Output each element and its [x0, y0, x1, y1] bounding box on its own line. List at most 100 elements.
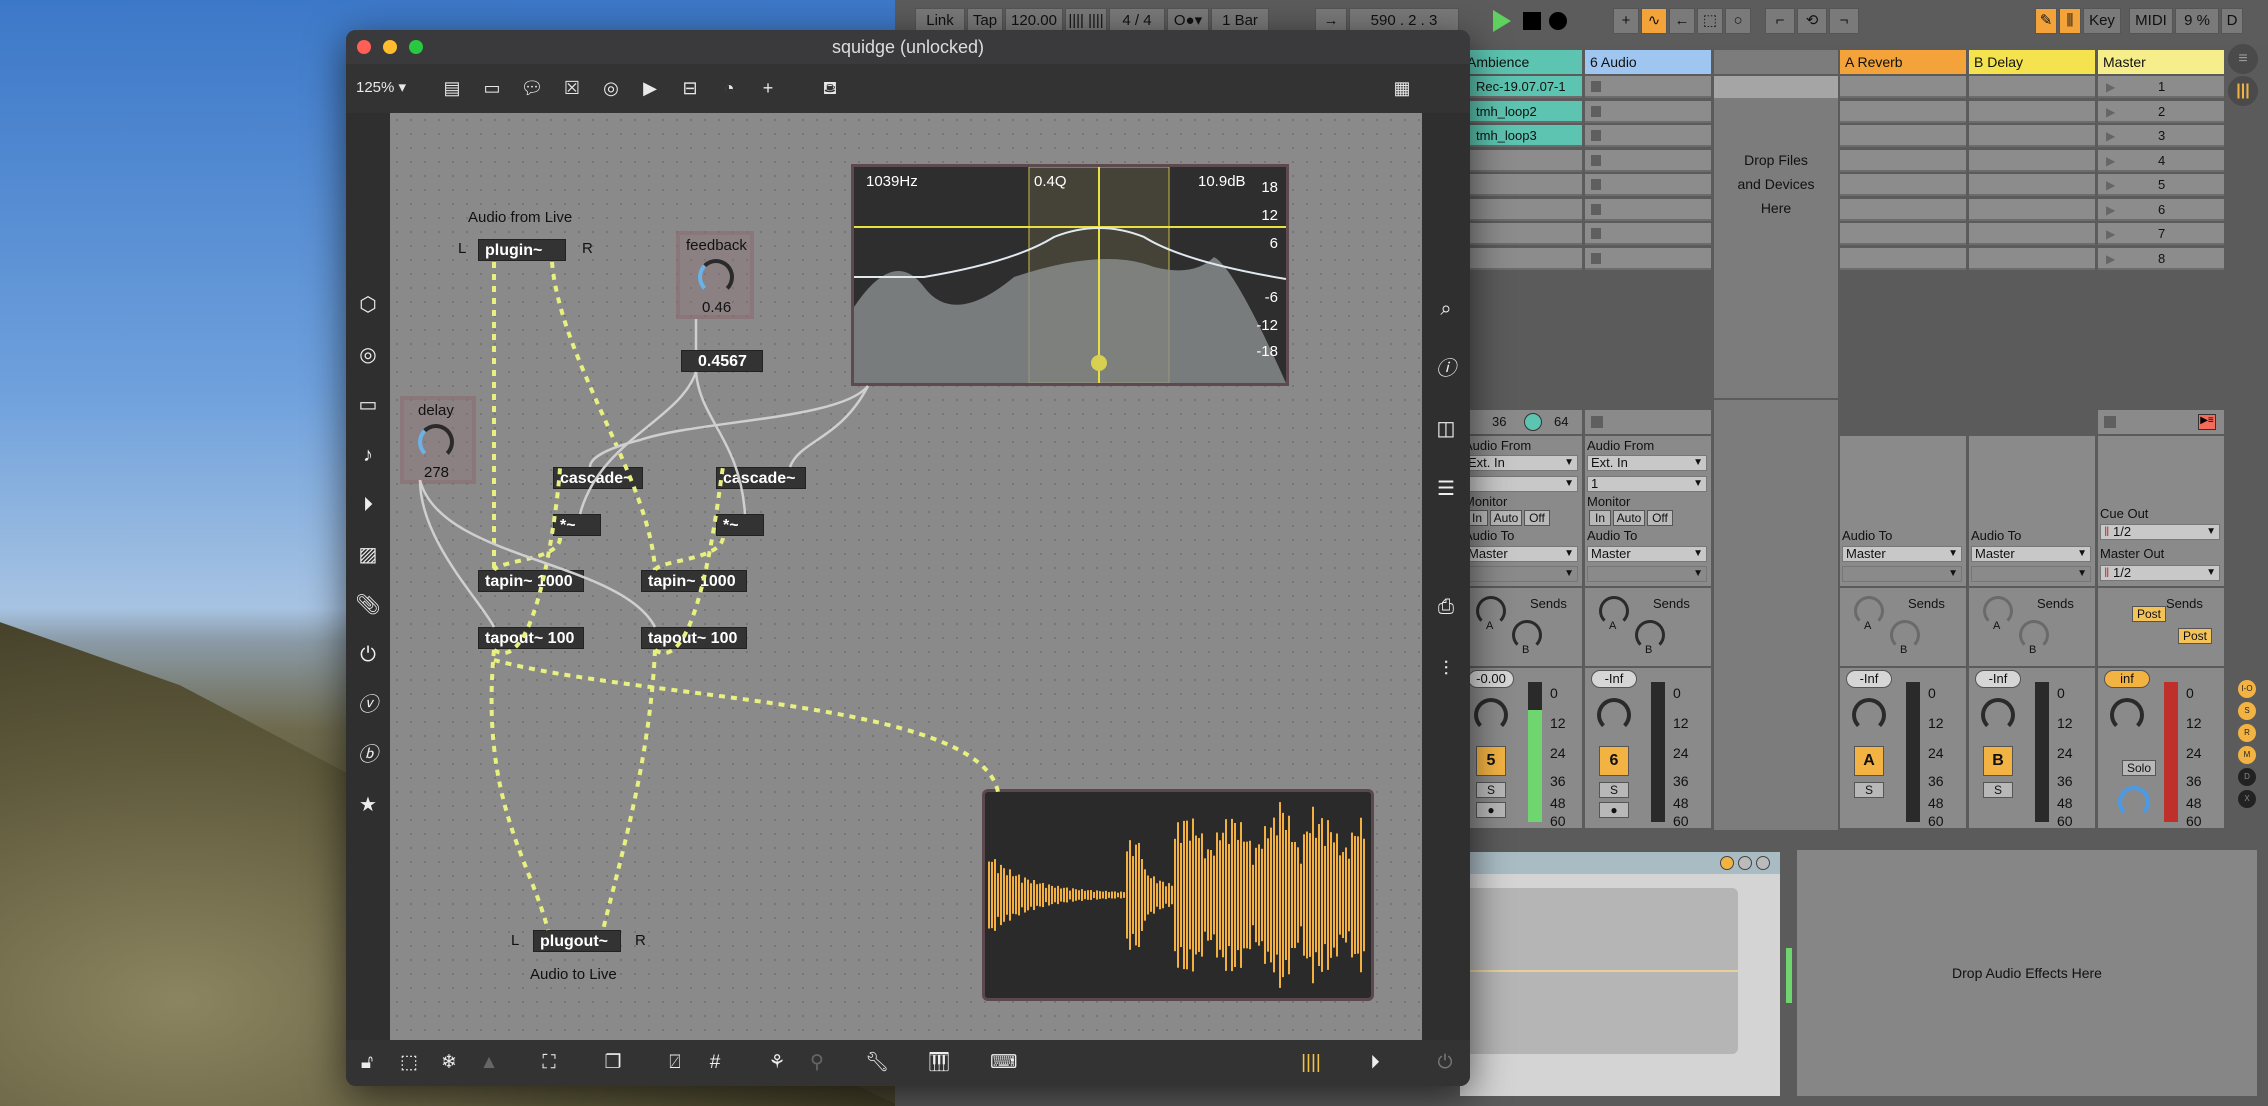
computer-midi-keyboard-button[interactable]: ⫼	[2059, 8, 2081, 34]
v-icon[interactable]: ⓥ	[354, 691, 382, 719]
filtergraph[interactable]: 1039Hz 0.4Q 10.9dB 18 12 6 -6 -12 -18	[851, 164, 1289, 386]
scene-launch[interactable]: ▶ 6	[2098, 198, 2224, 221]
clip-slot[interactable]: tmh_loop3	[1462, 125, 1582, 147]
master-out-select[interactable]: ‖ 1/2	[2100, 565, 2220, 581]
monitor-off-button[interactable]: Off	[1647, 510, 1673, 526]
pan-knob[interactable]	[1981, 698, 2015, 732]
video-icon[interactable]: ⏵	[354, 491, 382, 519]
toggle-icon[interactable]: ☒	[560, 76, 584, 100]
presentation-icon[interactable]: ⬚	[396, 1050, 422, 1076]
scene-launch[interactable]: ▶ 7	[2098, 223, 2224, 245]
punch-out-button[interactable]: ¬	[1829, 8, 1859, 34]
lock-icon[interactable]: 🔓︎	[354, 1050, 380, 1076]
track-activator-button[interactable]: A	[1854, 746, 1884, 776]
feedback-dial[interactable]: feedback 0.46	[676, 231, 754, 319]
feedback-knob[interactable]	[698, 259, 734, 295]
clip-slot[interactable]	[1969, 198, 2095, 221]
clip-slot[interactable]	[1585, 125, 1711, 147]
object-box-icon[interactable]: ▤	[440, 76, 464, 100]
device-save-icon[interactable]	[1756, 856, 1770, 870]
music-note-icon[interactable]: ♪	[354, 441, 382, 469]
plugin-object[interactable]: plugin~	[478, 239, 566, 261]
power-icon[interactable]: ⏻	[1432, 1050, 1458, 1076]
multiply-object-2[interactable]: *~	[716, 514, 764, 536]
search-icon[interactable]: ⌕	[1432, 295, 1460, 323]
clip-slot[interactable]	[1840, 125, 1966, 147]
info-icon[interactable]: ⓘ	[1432, 355, 1460, 383]
clip-slot[interactable]	[1585, 149, 1711, 172]
packages-icon[interactable]: ⬡	[354, 291, 382, 319]
b-icon[interactable]: ⓑ	[354, 741, 382, 769]
clip-slot[interactable]	[1969, 100, 2095, 123]
tapin-object-2[interactable]: tapin~ 1000	[641, 570, 747, 592]
scene-launch[interactable]: ▶ 4	[2098, 149, 2224, 172]
mixer-section-toggle[interactable]: R	[2238, 724, 2256, 742]
add-icon[interactable]: +	[756, 76, 780, 100]
clip-slot[interactable]	[1969, 76, 2095, 98]
key-map-button[interactable]: Key	[2083, 8, 2121, 34]
output-channel-field[interactable]	[1464, 566, 1578, 582]
clip-slot[interactable]	[1840, 223, 1966, 245]
input-channel-select[interactable]: 1	[1587, 476, 1707, 492]
warning-icon[interactable]: ▲	[476, 1050, 502, 1076]
track-activator-button[interactable]: 6	[1599, 746, 1629, 776]
paint-bucket-icon[interactable]: ⛾	[818, 76, 842, 100]
mixer-icon[interactable]: ⫶	[1432, 655, 1460, 683]
multiply-object-1[interactable]: *~	[553, 514, 601, 536]
tapin-object-1[interactable]: tapin~ 1000	[478, 570, 584, 592]
target-icon[interactable]: ◎	[354, 341, 382, 369]
scene-launch-icon[interactable]: ▶≡	[2198, 414, 2216, 430]
piano-icon[interactable]: 🎹︎	[926, 1050, 952, 1076]
device-hot-swap-icon[interactable]	[1738, 856, 1752, 870]
audio-to-select[interactable]: Master	[1842, 546, 1962, 562]
track-header-6-audio[interactable]: 6 Audio	[1585, 50, 1711, 74]
message-box-icon[interactable]: ▭	[480, 76, 504, 100]
clip-slot[interactable]: Rec-19.07.07-1	[1462, 76, 1582, 98]
zoom-level-select[interactable]: 125% ▾	[356, 78, 406, 96]
track-header-master[interactable]: Master	[2098, 50, 2224, 74]
tapout-object-1[interactable]: tapout~ 100	[478, 627, 584, 649]
track-header-a-reverb[interactable]: A Reverb	[1840, 50, 1966, 74]
clip-slot[interactable]	[1462, 247, 1582, 270]
automation-arm-button[interactable]: ∿	[1641, 8, 1667, 34]
arm-button[interactable]: ●	[1599, 802, 1629, 818]
image-icon[interactable]: ▨	[354, 541, 382, 569]
delay-dial[interactable]: delay 278	[400, 396, 476, 484]
input-knob[interactable]	[1524, 413, 1542, 431]
clip-slot[interactable]	[1969, 174, 2095, 196]
cue-out-select[interactable]: ‖ 1/2	[2100, 524, 2220, 540]
hide-icon[interactable]: ⍁	[662, 1050, 688, 1076]
audio-from-select[interactable]: Ext. In	[1464, 455, 1578, 471]
overdub-button[interactable]: +	[1613, 8, 1639, 34]
mixer-section-toggle[interactable]: D	[2238, 768, 2256, 786]
pan-knob[interactable]	[1474, 698, 1508, 732]
session-record-button[interactable]: ○	[1725, 8, 1751, 34]
easel-icon[interactable]: ⛶	[536, 1050, 562, 1076]
clip-slot[interactable]: tmh_loop2	[1462, 100, 1582, 123]
zoom-window-button[interactable]	[409, 40, 423, 54]
device-edit-icon[interactable]	[1720, 856, 1734, 870]
close-window-button[interactable]	[357, 40, 371, 54]
cascade-object-2[interactable]: cascade~	[716, 467, 806, 489]
clip-slot[interactable]	[1585, 100, 1711, 123]
pan-knob[interactable]	[1597, 698, 1631, 732]
output-channel-field[interactable]	[1587, 566, 1707, 582]
midi-map-button[interactable]: MIDI	[2129, 8, 2173, 34]
mixer-section-toggle[interactable]: X	[2238, 790, 2256, 808]
tree-icon[interactable]: ⚘	[764, 1050, 790, 1076]
clip-slot[interactable]	[1462, 149, 1582, 172]
list-icon[interactable]: ☰	[1432, 475, 1460, 503]
clip-slot[interactable]	[1840, 198, 1966, 221]
record-button[interactable]	[1549, 12, 1567, 30]
track-activator-button[interactable]: 5	[1476, 746, 1506, 776]
columns-icon[interactable]: ◫	[1432, 415, 1460, 443]
audio-to-select[interactable]: Master	[1971, 546, 2091, 562]
arm-button[interactable]: ●	[1476, 802, 1506, 818]
output-channel-field[interactable]	[1971, 566, 2091, 582]
pan-knob[interactable]	[1852, 698, 1886, 732]
cue-volume-knob[interactable]	[2118, 786, 2150, 818]
monitor-off-button[interactable]: Off	[1524, 510, 1550, 526]
punch-in-button[interactable]: ⌐	[1765, 8, 1795, 34]
dial-icon[interactable]: ◔	[717, 76, 741, 100]
drop-files-zone[interactable]: Drop Files and Devices Here	[1714, 98, 1838, 398]
